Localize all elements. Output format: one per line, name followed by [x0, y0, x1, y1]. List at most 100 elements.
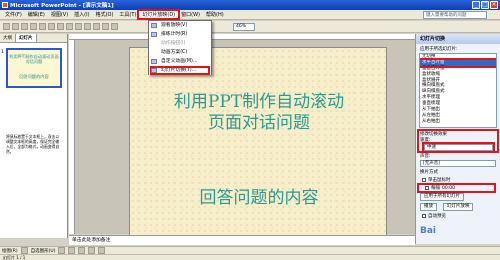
- slide-title[interactable]: 利用PPT制作自动滚动 页面对话问题: [130, 92, 388, 134]
- line-icon[interactable]: [58, 247, 66, 254]
- slide-body[interactable]: 回答问题的内容: [130, 183, 388, 208]
- list-item[interactable]: 从右抽出: [420, 119, 496, 125]
- standard-toolbar: 46%: [0, 21, 500, 33]
- modify-transition-group: 修改切换效果 速度: 中速: [417, 129, 499, 153]
- preview-icon[interactable]: [39, 23, 46, 30]
- menu-file[interactable]: 文件(F): [2, 11, 25, 18]
- autopreview-checkbox[interactable]: 自动预览: [416, 213, 500, 219]
- notes-pane[interactable]: 单击此处添加备注: [69, 235, 415, 245]
- custom-animation-icon: [151, 59, 157, 64]
- textbox-icon[interactable]: [98, 247, 106, 254]
- menu-insert[interactable]: 插入(I): [71, 11, 92, 18]
- instruction-text: 将鼠标放置于文本框上，双击以调整文本框的高度，保证完全输入后，全部为格式，动画变…: [6, 134, 60, 154]
- on-click-checkbox[interactable]: 单击鼠标时: [416, 177, 500, 183]
- title-bar: Microsoft PowerPoint - [演示文稿1] _ □ ×: [0, 0, 500, 10]
- view-show-icon: [151, 23, 157, 28]
- menu-bar: 文件(F) 编辑(E) 视图(V) 插入(I) 格式(O) 工具(T) 幻灯片放…: [0, 9, 500, 20]
- slide-editor: 利用PPT制作自动滚动 页面对话问题 回答问题的内容: [69, 34, 415, 240]
- pointer-icon[interactable]: [20, 247, 28, 254]
- zoom-select[interactable]: 46%: [233, 23, 255, 31]
- maximize-button[interactable]: □: [481, 1, 489, 9]
- speed-select[interactable]: 中速: [422, 142, 495, 153]
- pane-tabs: 大纲 幻灯片: [0, 34, 67, 43]
- chart-icon[interactable]: [102, 23, 109, 30]
- menu-slideshow[interactable]: 幻灯片放映(D): [137, 9, 181, 20]
- menu-item-custom-animation[interactable]: 自定义动画(M)...: [149, 57, 211, 66]
- draw-menu[interactable]: 绘图(R): [2, 248, 18, 254]
- slideshow-button[interactable]: 幻灯片放映: [442, 203, 474, 211]
- sound-label: 声音:: [420, 154, 431, 159]
- checkbox-icon: [422, 214, 426, 218]
- apply-label: 应用于所选幻灯片:: [420, 47, 458, 52]
- slide-title-line1: 利用PPT制作自动滚动: [173, 92, 345, 112]
- vertical-ruler: [69, 40, 75, 234]
- status-bar: 幻灯片 1 / 1: [0, 254, 500, 260]
- play-button[interactable]: 播放: [420, 203, 437, 211]
- slideshow-dropdown: 观看放映(V) 排练计时(R) 动作按钮(I) 动画方案(C) 自定义动画(M)…: [148, 20, 212, 75]
- minimize-button[interactable]: _: [472, 1, 480, 9]
- menu-help[interactable]: 帮助(H): [203, 11, 227, 18]
- menu-item-animation-schemes[interactable]: 动画方案(C): [149, 48, 211, 57]
- paste-icon[interactable]: [75, 23, 82, 30]
- baidu-watermark: Bai: [420, 226, 437, 236]
- drawing-toolbar: 绘图(R) 自选图形(U): [0, 246, 500, 254]
- oval-icon[interactable]: [88, 247, 96, 254]
- menu-item-label: 观看放映(V): [161, 23, 188, 28]
- menu-view[interactable]: 视图(V): [48, 11, 71, 18]
- powerpoint-icon: [2, 2, 8, 8]
- menu-item-label: 排练计时(R): [161, 32, 188, 37]
- auto-advance-checkbox[interactable]: 每隔 00:00: [417, 183, 496, 193]
- help-search-input[interactable]: 键入需要帮助的问题: [423, 11, 487, 19]
- menu-edit[interactable]: 编辑(E): [25, 11, 48, 18]
- slide-title-line2: 页面对话问题: [208, 113, 310, 133]
- every-label: 每隔: [431, 186, 440, 191]
- arrow-icon[interactable]: [68, 247, 76, 254]
- cut-icon[interactable]: [57, 23, 64, 30]
- slide-number: 1: [1, 50, 4, 55]
- on-click-label: 单击鼠标时: [428, 178, 451, 183]
- rectangle-icon[interactable]: [78, 247, 86, 254]
- checkbox-icon: [425, 186, 429, 190]
- menu-item-label: 动作按钮(I): [161, 41, 186, 46]
- menu-item-rehearse[interactable]: 排练计时(R): [149, 30, 211, 39]
- slide-thumbnail[interactable]: 利用PPT制作自动滚动页面对话问题 回答问题的内容: [6, 48, 62, 88]
- copy-icon[interactable]: [66, 23, 73, 30]
- menu-item-action-buttons: 动作按钮(I): [149, 39, 211, 48]
- tab-slides[interactable]: 幻灯片: [16, 34, 37, 42]
- table-icon[interactable]: [111, 23, 118, 30]
- horizontal-ruler: [69, 34, 415, 40]
- menu-item-label: 动画方案(C): [161, 50, 188, 55]
- print-icon[interactable]: [30, 23, 37, 30]
- menu-window[interactable]: 窗口(W): [178, 11, 203, 18]
- highlight-box: [150, 66, 210, 75]
- transition-icon: [151, 68, 157, 73]
- thumb-body: 回答问题的内容: [19, 74, 49, 79]
- rehearse-icon: [151, 32, 157, 37]
- slides-pane: 大纲 幻灯片 1 利用PPT制作自动滚动页面对话问题 回答问题的内容 将鼠标放置…: [0, 34, 68, 238]
- tab-outline[interactable]: 大纲: [0, 34, 16, 42]
- close-button[interactable]: ×: [490, 1, 498, 9]
- advance-label: 换片方式: [420, 170, 438, 175]
- undo-icon[interactable]: [84, 23, 91, 30]
- every-value[interactable]: 00:00: [442, 186, 455, 191]
- window-controls: _ □ ×: [472, 1, 498, 9]
- open-icon[interactable]: [12, 23, 19, 30]
- apply-all-button[interactable]: 应用于所有幻灯片: [420, 193, 464, 201]
- slide-canvas[interactable]: 利用PPT制作自动滚动 页面对话问题 回答问题的内容: [129, 47, 387, 240]
- menu-item-label: 自定义动画(M)...: [161, 59, 198, 64]
- save-icon[interactable]: [21, 23, 28, 30]
- new-icon[interactable]: [3, 23, 10, 30]
- menu-tools[interactable]: 工具(T): [116, 11, 139, 18]
- spelling-icon[interactable]: [48, 23, 55, 30]
- menu-item-view-show[interactable]: 观看放映(V): [149, 21, 211, 30]
- menu-format[interactable]: 格式(O): [93, 11, 117, 18]
- menu-item-slide-transition[interactable]: 幻灯片切换(T)...: [149, 66, 211, 75]
- task-pane-header: 幻灯片切换: [416, 34, 500, 44]
- speed-label: 速度:: [420, 138, 431, 143]
- thumb-title: 利用PPT制作自动滚动页面对话问题: [9, 54, 59, 64]
- redo-icon[interactable]: [93, 23, 100, 30]
- checkbox-icon: [422, 178, 426, 182]
- transition-list[interactable]: 无切换 水平百叶窗 垂直百叶窗 盒状收缩 盒状展开 横向棋盘式 纵向棋盘式 水平…: [419, 53, 497, 128]
- sound-select[interactable]: [无声音]: [420, 160, 496, 167]
- autoshapes-menu[interactable]: 自选图形(U): [31, 248, 56, 254]
